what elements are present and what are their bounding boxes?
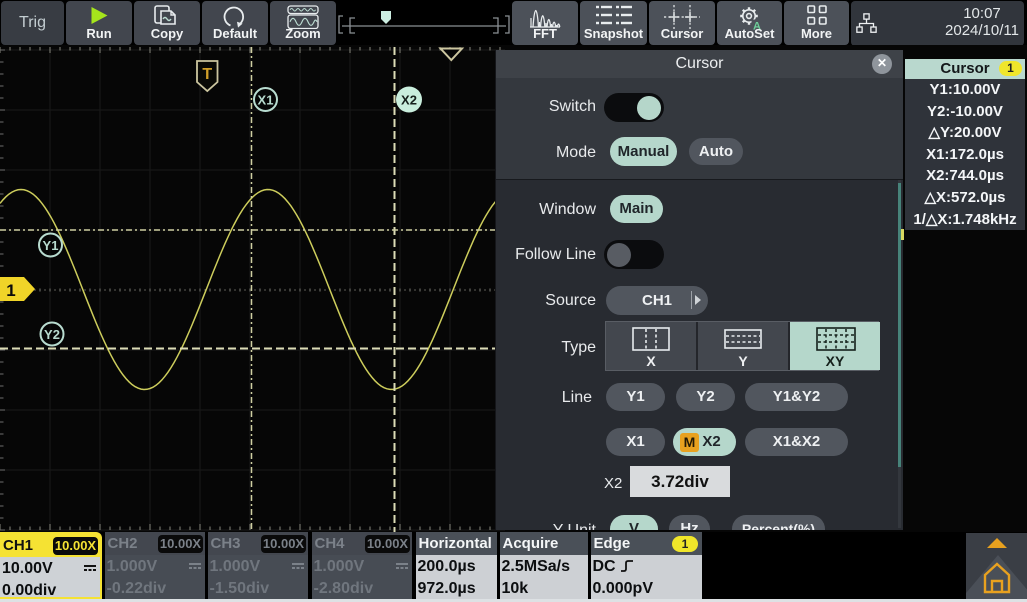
svg-text:1: 1: [6, 281, 15, 300]
svg-text:Y2: Y2: [44, 327, 60, 342]
svg-text:Y1: Y1: [43, 238, 59, 253]
svg-text:T: T: [202, 66, 212, 83]
svg-text:X1: X1: [258, 93, 274, 108]
svg-text:X2: X2: [401, 93, 417, 108]
